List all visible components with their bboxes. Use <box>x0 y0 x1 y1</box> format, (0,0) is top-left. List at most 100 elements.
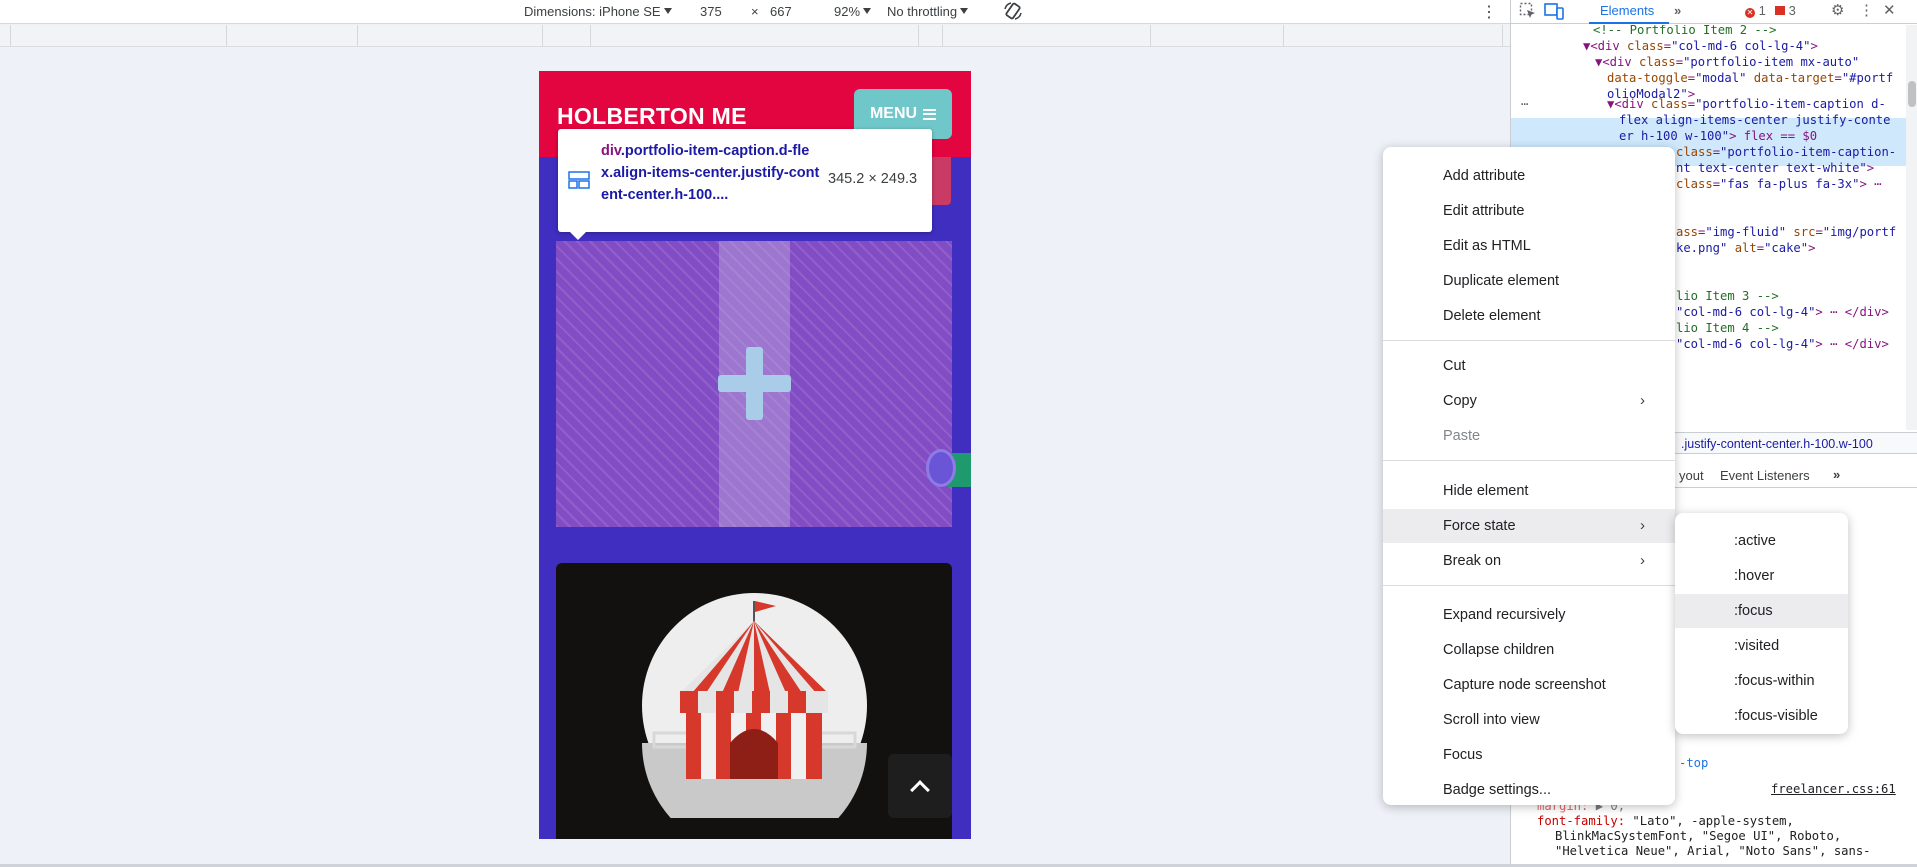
dom-line[interactable]: ke.png" alt="cake"> <box>1676 240 1815 256</box>
menu-item-hide-element[interactable]: Hide element <box>1383 474 1675 508</box>
width-input[interactable]: 375 <box>700 4 722 19</box>
scroll-thumb[interactable] <box>1908 81 1916 107</box>
ruler-mark <box>942 25 943 47</box>
dom-line[interactable]: ▼<div class="portfolio-item-caption d- <box>1607 96 1886 112</box>
menu-item-capture-node-screenshot[interactable]: Capture node screenshot <box>1383 668 1675 702</box>
height-input[interactable]: 667 <box>770 4 792 19</box>
portfolio-item-caption-highlight[interactable] <box>556 241 952 527</box>
menu-item-label: Copy <box>1443 393 1477 409</box>
state-focus-visible[interactable]: :focus-visible <box>1675 699 1848 733</box>
site-brand[interactable]: HOLBERTON ME <box>557 103 747 130</box>
menu-separator <box>1383 460 1675 461</box>
menu-item-collapse-children[interactable]: Collapse children <box>1383 633 1675 667</box>
menu-item-paste: Paste <box>1443 428 1481 444</box>
dom-line[interactable]: nt text-center text-white"> <box>1676 160 1874 176</box>
gear-icon[interactable]: ⚙ <box>1831 1 1844 19</box>
plus-icon <box>718 347 791 420</box>
ruler-mark <box>918 25 919 47</box>
more-options-icon[interactable]: ⋮ <box>1481 2 1497 22</box>
state-focus[interactable]: :focus <box>1675 594 1848 628</box>
warnings-counter[interactable]: 3 <box>1775 3 1796 18</box>
ruler-mark <box>226 25 227 47</box>
menu-item-force-state[interactable]: Force state › <box>1383 509 1675 543</box>
menu-item-label: Break on <box>1443 553 1502 569</box>
menu-item-delete-element[interactable]: Delete element <box>1383 299 1675 333</box>
rotate-icon[interactable] <box>1003 1 1023 24</box>
camera-icon <box>926 449 956 487</box>
chevron-down-icon <box>863 8 872 14</box>
ruler-mark <box>1150 25 1151 47</box>
dom-line[interactable]: "col-md-6 col-lg-4"> ⋯ </div> <box>1676 336 1889 352</box>
kebab-menu-icon[interactable]: ⋮ <box>1859 1 1874 19</box>
close-icon[interactable]: ✕ <box>1883 1 1896 19</box>
breadcrumb-item[interactable]: .justify-content-center.h-100.w-100 <box>1681 437 1873 451</box>
chevron-down-icon <box>663 8 672 14</box>
style-source-link[interactable]: freelancer.css:61 <box>1771 782 1896 797</box>
menu-item-scroll-into-view[interactable]: Scroll into view <box>1383 703 1675 737</box>
ellipsis-icon[interactable]: ⋯ <box>1521 96 1528 112</box>
dom-line[interactable]: flex align-items-center justify-conte <box>1619 112 1891 128</box>
menu-item-edit-as-html[interactable]: Edit as HTML <box>1383 229 1675 263</box>
tooltip-selector: div.portfolio-item-caption.d-flex.align-… <box>601 140 821 206</box>
dom-line[interactable]: ass="img-fluid" src="img/portf <box>1676 224 1896 240</box>
tab-elements[interactable]: Elements <box>1600 3 1654 18</box>
active-tab-indicator <box>1589 22 1669 24</box>
ruler-mark <box>10 25 11 47</box>
style-value-line: BlinkMacSystemFont, "Segoe UI", Roboto, <box>1555 829 1842 843</box>
state-hover[interactable]: :hover <box>1675 559 1848 593</box>
dom-line[interactable]: class="portfolio-item-caption- <box>1676 144 1896 160</box>
dom-line[interactable]: ▼<div class="col-md-6 col-lg-4"> <box>1583 38 1818 54</box>
flex-container-icon <box>568 171 590 189</box>
menu-item-copy[interactable]: Copy › <box>1383 384 1675 418</box>
menu-item-badge-settings[interactable]: Badge settings... <box>1383 773 1675 805</box>
more-subtabs-button[interactable]: » <box>1833 467 1840 482</box>
zoom-select[interactable]: 92% <box>834 4 872 19</box>
dom-line[interactable]: <!-- Portfolio Item 2 --> <box>1593 25 1776 38</box>
tab-layout[interactable]: yout <box>1679 468 1704 483</box>
warnings-count: 3 <box>1788 3 1796 18</box>
state-visited[interactable]: :visited <box>1675 629 1848 663</box>
style-prop-font-family[interactable]: font-family: "Lato", -apple-system, <box>1537 814 1794 829</box>
chevron-down-icon <box>960 8 969 14</box>
hamburger-icon <box>923 108 937 120</box>
menu-item-break-on[interactable]: Break on › <box>1383 544 1675 578</box>
dom-scrollbar[interactable] <box>1906 25 1917 430</box>
chevron-right-icon: › <box>1640 552 1645 569</box>
ruler-mark <box>357 25 358 47</box>
errors-counter[interactable]: ✕ 1 <box>1745 3 1766 18</box>
dom-line[interactable]: class="fas fa-plus fa-3x"> ⋯ <box>1676 176 1881 192</box>
dom-line[interactable]: lio Item 4 --> <box>1676 320 1779 336</box>
dom-line[interactable]: "col-md-6 col-lg-4"> ⋯ </div> <box>1676 304 1889 320</box>
scroll-to-top-button[interactable] <box>888 754 952 818</box>
menu-item-edit-attribute[interactable]: Edit attribute <box>1383 194 1675 228</box>
menu-item-add-attribute[interactable]: Add attribute <box>1383 159 1675 193</box>
tab-event-listeners[interactable]: Event Listeners <box>1720 468 1810 483</box>
error-icon: ✕ <box>1745 8 1755 18</box>
ruler-mark <box>1502 25 1503 47</box>
dom-line[interactable]: data-toggle="modal" data-target="#portf <box>1607 70 1893 86</box>
ruler-mark <box>1283 25 1284 47</box>
inspect-element-icon[interactable] <box>1519 2 1537 23</box>
menu-item-cut[interactable]: Cut <box>1383 349 1675 383</box>
more-tabs-button[interactable]: » <box>1674 3 1681 18</box>
style-value-line: "Helvetica Neue", Arial, "Noto Sans", sa… <box>1555 844 1871 858</box>
throttling-select[interactable]: No throttling <box>887 4 969 19</box>
style-selector[interactable]: -top <box>1679 756 1708 771</box>
device-select[interactable]: Dimensions: iPhone SE <box>524 4 672 19</box>
device-toggle-icon[interactable] <box>1544 2 1564 23</box>
media-query-ruler <box>0 25 1510 47</box>
menu-item-focus[interactable]: Focus <box>1383 738 1675 772</box>
floating-widget[interactable] <box>926 439 971 487</box>
dom-line[interactable]: ▼<div class="portfolio-item mx-auto" <box>1595 54 1859 70</box>
inspect-tooltip: div.portfolio-item-caption.d-flex.align-… <box>558 129 932 240</box>
menu-item-duplicate-element[interactable]: Duplicate element <box>1383 264 1675 298</box>
context-menu: Add attribute Edit attribute Edit as HTM… <box>1383 147 1675 805</box>
menu-item-expand-recursively[interactable]: Expand recursively <box>1383 598 1675 632</box>
device-label: Dimensions: iPhone SE <box>524 4 661 19</box>
state-focus-within[interactable]: :focus-within <box>1675 664 1848 698</box>
tooltip-classes: .portfolio-item-caption.d-flex.align-ite… <box>601 143 820 203</box>
dom-line[interactable]: lio Item 3 --> <box>1676 288 1779 304</box>
circus-tent-image <box>642 593 867 818</box>
dom-line[interactable]: er h-100 w-100"> flex == $0 <box>1619 128 1817 144</box>
state-active[interactable]: :active <box>1675 524 1848 558</box>
